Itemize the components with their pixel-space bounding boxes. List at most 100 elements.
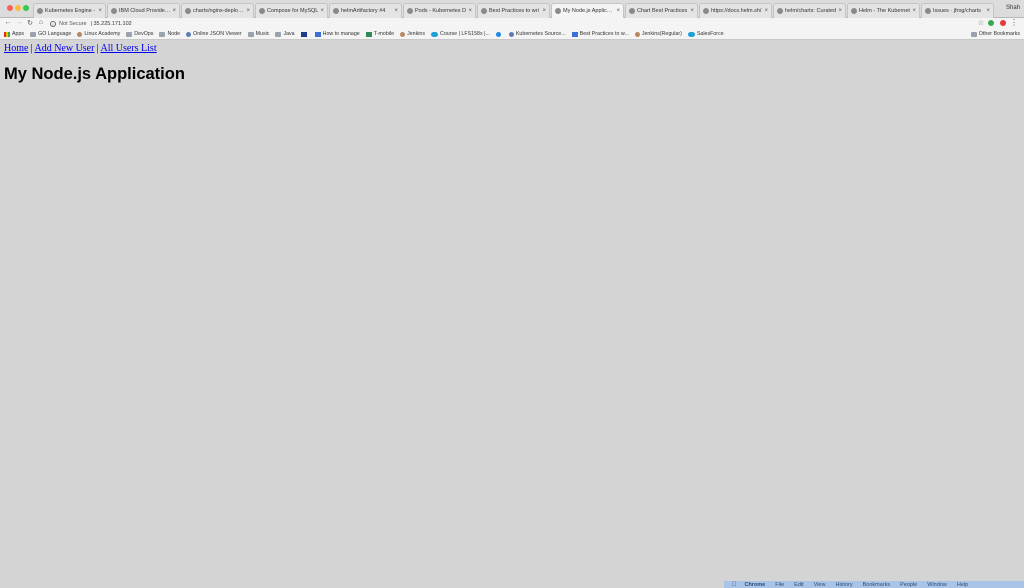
bookmark-item[interactable]: Linux Academy <box>77 31 120 37</box>
tab-close-icon[interactable]: × <box>986 8 990 14</box>
browser-tab[interactable]: https://docs.helm.sh/× <box>699 3 772 18</box>
bookmark-item[interactable] <box>495 31 503 37</box>
browser-tab[interactable]: Best Practices to wri × <box>477 3 550 18</box>
bookmark-label: T-mobile <box>373 31 395 37</box>
tab-close-icon[interactable]: × <box>320 8 324 14</box>
bookmark-item[interactable]: How to manage <box>314 31 360 37</box>
all-users-list-link[interactable]: All Users List <box>100 43 156 54</box>
browser-tab[interactable]: Chart Best Practices × <box>625 3 698 18</box>
menubar-item-file[interactable]: File <box>775 582 784 588</box>
home-icon[interactable]: ⌂ <box>37 19 45 26</box>
tab-close-icon[interactable]: × <box>468 8 472 14</box>
bookmark-item[interactable]: Apps <box>4 31 24 37</box>
tab-close-icon[interactable]: × <box>172 8 176 14</box>
close-window-button[interactable] <box>7 5 13 11</box>
tab-favicon-icon <box>851 8 857 14</box>
bookmark-label: Linux Academy <box>84 31 121 37</box>
add-new-user-link[interactable]: Add New User <box>34 43 94 54</box>
menubar-item-view[interactable]: View <box>814 582 826 588</box>
bookmark-item[interactable]: DevOps <box>126 31 153 37</box>
tab-close-icon[interactable]: × <box>764 8 768 14</box>
url-text[interactable]: 35.225.171.102 <box>93 21 131 27</box>
tabs-container: Kubernetes Engine - × IBM Cloud Provider … <box>33 3 995 18</box>
reload-icon[interactable]: ↻ <box>26 19 34 27</box>
tab-close-icon[interactable]: × <box>98 8 102 14</box>
menubar-item-history[interactable]: History <box>835 582 852 588</box>
tab-title: IBM Cloud Provider N <box>119 8 171 14</box>
profile-name[interactable]: Shah <box>1006 5 1020 11</box>
menubar-item-edit[interactable]: Edit <box>794 582 803 588</box>
info-icon[interactable]: i <box>50 20 56 27</box>
bookmark-item[interactable]: GO Language <box>30 31 71 37</box>
back-arrow-icon[interactable]: ← <box>4 19 12 26</box>
bookmark-label: Best Practices to w... <box>579 31 629 37</box>
bookmark-item[interactable]: SalesForce <box>687 31 724 37</box>
address-bar[interactable]: i Not Secure | 35.225.171.102 <box>50 19 970 28</box>
browser-tab[interactable]: helm/charts: Curated × <box>773 3 846 18</box>
bookmark-item[interactable]: Jenkins(Regular) <box>634 31 682 37</box>
bookmark-item[interactable]: Music <box>247 31 269 37</box>
menubar-item-help[interactable]: Help <box>957 582 968 588</box>
nav-separator: | <box>96 43 99 54</box>
macos-menubar:  Chrome File Edit View History Bookmarks Peop… <box>724 581 1024 588</box>
tab-title: https://docs.helm.sh/ <box>711 8 762 14</box>
bookmark-item[interactable] <box>300 31 309 37</box>
browser-tab[interactable]: Compose for MySQL × <box>255 3 328 18</box>
bookmark-item[interactable]: Course | LFS158x |... <box>431 31 490 37</box>
tab-favicon-icon <box>111 8 117 14</box>
bookmark-item[interactable]: Java <box>275 31 295 37</box>
browser-tab[interactable]: Helm - The Kubernet × <box>847 3 920 18</box>
browser-tab[interactable]: helmArtifactory #4 × <box>329 3 402 18</box>
menubar-item-bookmarks[interactable]: Bookmarks <box>863 582 891 588</box>
bookmarks-bar: Apps GO Language Linux Academy DevOps Node On… <box>0 29 1024 40</box>
browser-menu-icon[interactable]: ⋮ <box>1010 18 1018 27</box>
nav-separator: | <box>30 43 33 54</box>
bookmark-item[interactable]: Jenkins <box>400 31 425 37</box>
tab-title: Best Practices to wri <box>489 8 539 14</box>
page-content: Home | Add New User | All Users List My Node… <box>0 41 1024 581</box>
page-title: My Node.js Application <box>4 65 185 83</box>
zoom-window-button[interactable] <box>23 5 29 11</box>
extension-opera-icon[interactable] <box>1000 20 1006 26</box>
bookmark-item[interactable]: Best Practices to w... <box>571 31 629 37</box>
bookmark-item[interactable]: Online JSON Viewer <box>186 31 242 37</box>
tab-close-icon[interactable]: × <box>838 8 842 14</box>
folder-icon <box>159 31 166 37</box>
browser-tab[interactable]: charts/nginx-deploym × <box>181 3 254 18</box>
extension-grammarly-icon[interactable] <box>988 20 994 26</box>
tab-close-icon[interactable]: × <box>616 8 620 14</box>
apple-icon[interactable]:  <box>732 582 737 588</box>
browser-tab[interactable]: Kubernetes Engine - × <box>33 3 106 18</box>
menubar-item-window[interactable]: Window <box>927 582 947 588</box>
bookmark-item[interactable]: Node <box>159 31 180 37</box>
browser-tab[interactable]: My Node.js Applicatio × <box>551 3 624 18</box>
browser-tab[interactable]: Issues · jfrog/charts × <box>921 3 994 18</box>
menubar-item-chrome[interactable]: Chrome <box>745 582 766 588</box>
tab-close-icon[interactable]: × <box>690 8 694 14</box>
bookmark-star-icon[interactable]: ☆ <box>978 19 984 27</box>
tab-title: My Node.js Applicatio <box>563 8 615 14</box>
shield-icon <box>300 31 307 37</box>
bookmark-label: Java <box>283 31 295 37</box>
home-link[interactable]: Home <box>4 43 28 54</box>
bookmark-item[interactable]: T-mobile <box>365 31 395 37</box>
tab-favicon-icon <box>185 8 191 14</box>
bookmark-label: Course | LFS158x |... <box>440 31 490 37</box>
tab-close-icon[interactable]: × <box>542 8 546 14</box>
browser-tab[interactable]: IBM Cloud Provider N × <box>107 3 180 18</box>
browser-tab[interactable]: Pods - Kubernetes D × <box>403 3 476 18</box>
tab-title: helm/charts: Curated <box>785 8 837 14</box>
bookmark-item[interactable]: Kubernetes Source... <box>508 31 566 37</box>
tab-close-icon[interactable]: × <box>912 8 916 14</box>
person-icon <box>400 31 406 37</box>
tab-close-icon[interactable]: × <box>394 8 398 14</box>
other-bookmarks[interactable]: Other Bookmarks <box>970 31 1020 37</box>
menubar-item-people[interactable]: People <box>900 582 917 588</box>
tab-title: Helm - The Kubernet <box>859 8 910 14</box>
security-status[interactable]: Not Secure <box>59 21 87 27</box>
forward-arrow-icon[interactable]: → <box>15 19 23 26</box>
minimize-window-button[interactable] <box>15 5 21 11</box>
cloud-icon <box>687 31 695 37</box>
tab-favicon-icon <box>37 8 43 14</box>
tab-close-icon[interactable]: × <box>246 8 250 14</box>
